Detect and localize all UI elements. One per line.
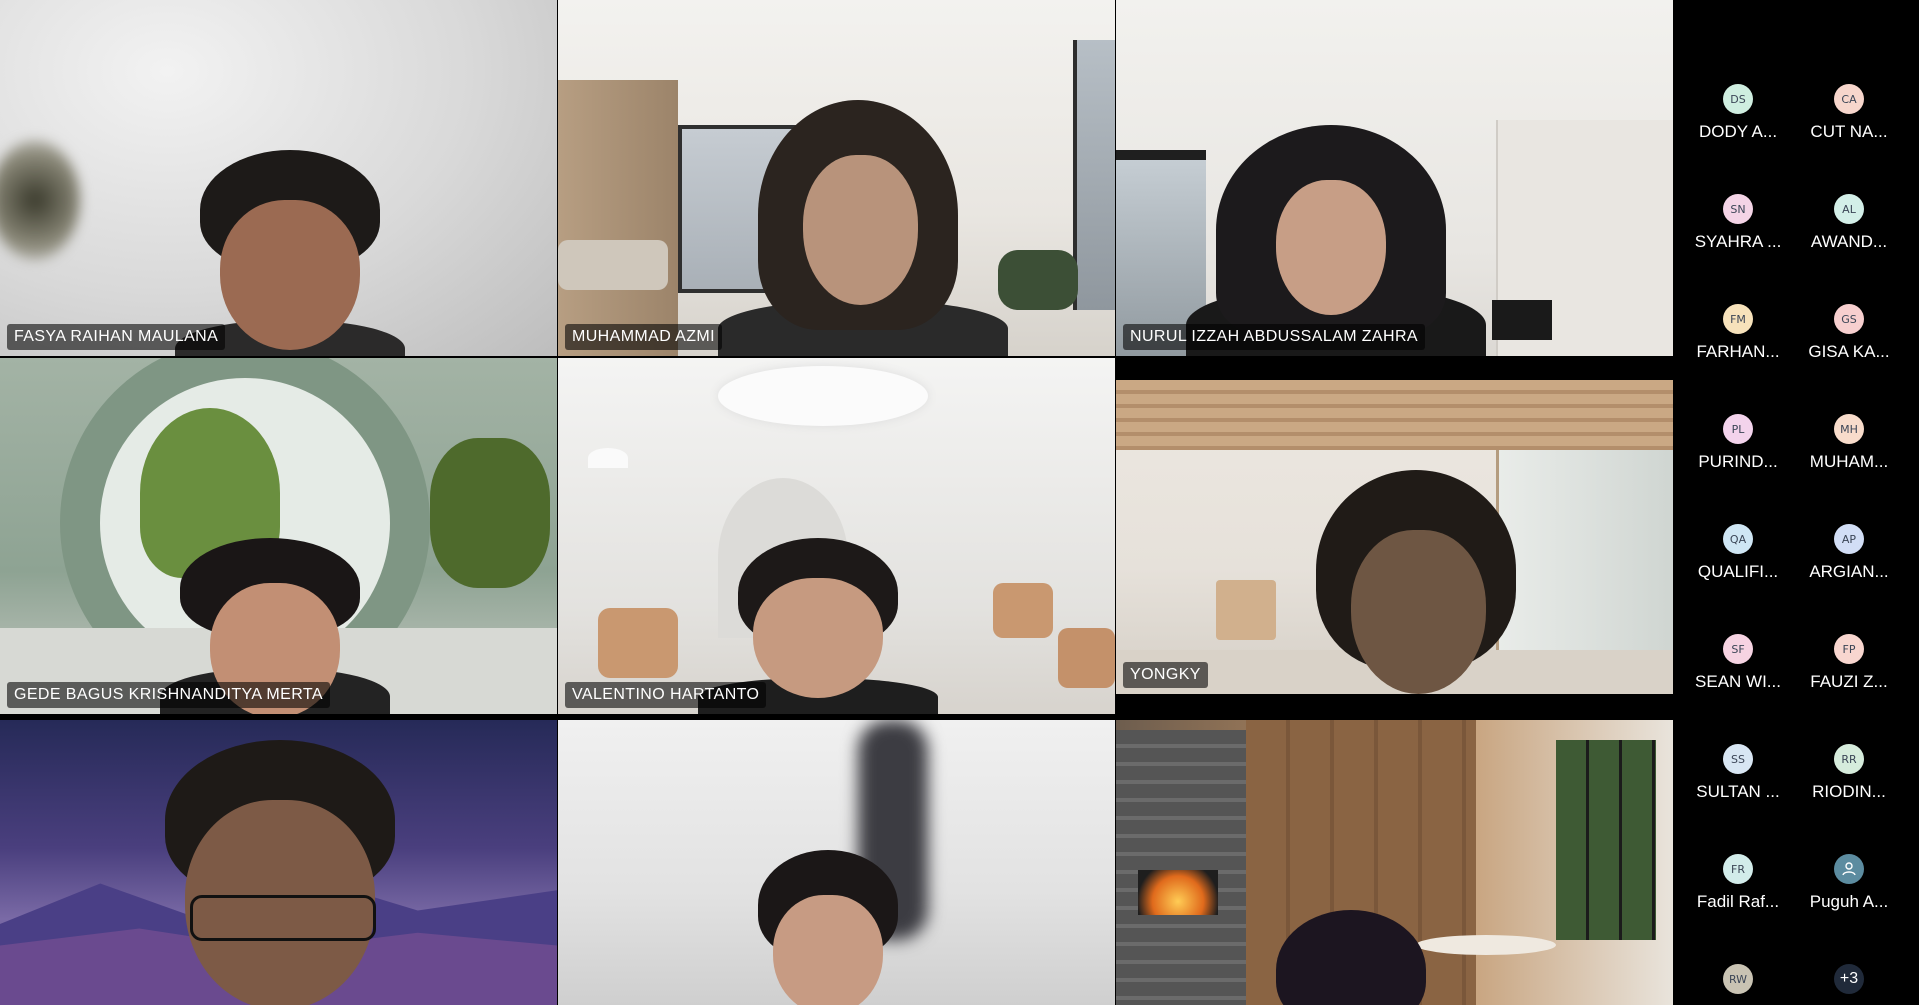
participant-name-label: YONGKY: [1123, 662, 1208, 688]
participant-name: QUALIFI...: [1697, 562, 1779, 581]
more-participants-button[interactable]: +3: [1794, 964, 1904, 994]
participant-list-item[interactable]: GS GISA KA...: [1794, 304, 1904, 362]
window-right: [1073, 40, 1115, 310]
participant-list-item[interactable]: QA QUALIFI...: [1683, 524, 1793, 582]
participant-name: DODY A...: [1698, 122, 1778, 141]
stone-fireplace-wall: [1116, 730, 1246, 1005]
participant-avatar: AP: [1834, 524, 1864, 554]
participant-list-item[interactable]: AP ARGIAN...: [1794, 524, 1904, 582]
window-panes: [1556, 740, 1656, 940]
armchair: [598, 608, 678, 678]
participant-list-item[interactable]: MH MUHAM...: [1794, 414, 1904, 472]
participant-list-item[interactable]: DS DODY A...: [1683, 84, 1793, 142]
round-table: [1416, 935, 1556, 955]
armchair-right: [993, 583, 1053, 638]
participant-name: SEAN WI...: [1695, 672, 1781, 691]
participant-list-item[interactable]: RW: [1683, 964, 1793, 994]
participant-avatar: DS: [1723, 84, 1753, 114]
participant-video: [758, 850, 898, 1005]
participants-sidebar: DS DODY A... CA CUT NA... SN SYAHRA ... AL AWAN…: [1673, 0, 1919, 1005]
participant-list-item[interactable]: CA CUT NA...: [1794, 84, 1904, 142]
participant-list-item[interactable]: FP FAUZI Z...: [1794, 634, 1904, 692]
ceiling-skylight: [718, 366, 928, 426]
participant-list-item[interactable]: RR RIODIN...: [1794, 744, 1904, 802]
sofa: [558, 240, 668, 290]
bonsai: [430, 438, 550, 588]
participant-avatar: MH: [1834, 414, 1864, 444]
participant-name: MUHAM...: [1809, 452, 1889, 471]
participant-name-label: FASYA RAIHAN MAULANA: [7, 324, 226, 350]
wood-panel: [558, 80, 678, 356]
participant-list-item[interactable]: Puguh A...: [1794, 854, 1904, 912]
video-tile[interactable]: [0, 720, 557, 1005]
participant-list-item[interactable]: SS SULTAN ...: [1683, 744, 1793, 802]
participant-name: FARHAN...: [1696, 342, 1780, 361]
participant-name-label: MUHAMMAD AZMI: [565, 324, 722, 350]
user-icon: [1834, 854, 1864, 884]
participant-name-label: GEDE BAGUS KRISHNANDITYA MERTA: [7, 682, 330, 708]
participant-list-item[interactable]: FM FARHAN...: [1683, 304, 1793, 362]
video-tile[interactable]: GEDE BAGUS KRISHNANDITYA MERTA: [0, 358, 557, 714]
participant-avatar: SS: [1723, 744, 1753, 774]
participant-list-item[interactable]: FR Fadil Raf...: [1683, 854, 1793, 912]
monitor: [1492, 300, 1552, 340]
participant-list-item[interactable]: SN SYAHRA ...: [1683, 194, 1793, 252]
participant-avatar: FM: [1723, 304, 1753, 334]
participant-avatar: FP: [1834, 634, 1864, 664]
wooden-ceiling: [1116, 380, 1673, 450]
video-tile[interactable]: [1116, 720, 1673, 1005]
participant-video: [1276, 910, 1426, 1005]
participant-name: AWAND...: [1810, 232, 1888, 251]
participant-name: SYAHRA ...: [1694, 232, 1782, 251]
participant-list-item[interactable]: SF SEAN WI...: [1683, 634, 1793, 692]
participant-avatar: RW: [1723, 964, 1753, 994]
video-tile[interactable]: MUHAMMAD AZMI: [558, 0, 1115, 356]
participant-avatar: PL: [1723, 414, 1753, 444]
participant-list-item[interactable]: AL AWAND...: [1794, 194, 1904, 252]
participant-list-item[interactable]: PL PURIND...: [1683, 414, 1793, 472]
armchair-far-right: [1058, 628, 1115, 688]
participant-avatar: FR: [1723, 854, 1753, 884]
participant-avatar: GS: [1834, 304, 1864, 334]
participant-name: GISA KA...: [1808, 342, 1890, 361]
participant-avatar: CA: [1834, 84, 1864, 114]
video-tile[interactable]: VALENTINO HARTANTO: [558, 358, 1115, 714]
participant-video: [1186, 125, 1486, 356]
participant-video: [165, 740, 395, 1005]
overflow-count-badge: +3: [1834, 964, 1864, 994]
participant-name: CUT NA...: [1810, 122, 1888, 141]
participant-name: ARGIAN...: [1809, 562, 1889, 581]
participant-name-label: NURUL IZZAH ABDUSSALAM ZAHRA: [1123, 324, 1425, 350]
participant-avatar: QA: [1723, 524, 1753, 554]
participant-video: [1316, 470, 1516, 694]
participant-name: Puguh A...: [1809, 892, 1889, 911]
video-grid: FASYA RAIHAN MAULANA MUHAMMAD AZMI NURUL…: [0, 0, 1673, 1005]
video-tile[interactable]: FASYA RAIHAN MAULANA: [0, 0, 557, 356]
video-tile[interactable]: [558, 720, 1115, 1005]
participant-avatar: RR: [1834, 744, 1864, 774]
participant-name: SULTAN ...: [1696, 782, 1780, 801]
wood-chair: [1216, 580, 1276, 640]
fireplace: [1138, 870, 1218, 915]
windows: [1496, 450, 1673, 670]
participant-avatar: SF: [1723, 634, 1753, 664]
green-chair: [998, 250, 1078, 310]
participant-video: [718, 100, 1008, 356]
participant-name: PURIND...: [1698, 452, 1778, 471]
participant-avatar: AL: [1834, 194, 1864, 224]
lamp: [588, 448, 628, 468]
video-tile[interactable]: YONGKY: [1116, 380, 1673, 694]
video-tile[interactable]: NURUL IZZAH ABDUSSALAM ZAHRA: [1116, 0, 1673, 356]
participant-name-label: VALENTINO HARTANTO: [565, 682, 767, 708]
participant-name: Fadil Raf...: [1696, 892, 1780, 911]
participant-name: RIODIN...: [1812, 782, 1886, 801]
participant-avatar: SN: [1723, 194, 1753, 224]
participant-name: FAUZI Z...: [1810, 672, 1888, 691]
